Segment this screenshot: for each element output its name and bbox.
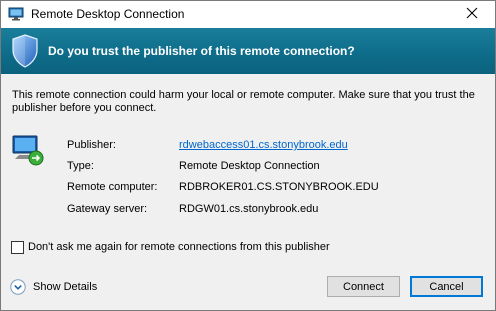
dont-ask-again-checkbox[interactable] <box>11 241 24 254</box>
security-banner: Do you trust the publisher of this remot… <box>1 28 495 74</box>
gateway-value: RDGW01.cs.stonybrook.edu <box>179 203 319 215</box>
remote-computer-label: Remote computer: <box>67 181 158 193</box>
type-label: Type: <box>67 160 94 172</box>
remote-computer-value: RDBROKER01.CS.STONYBROOK.EDU <box>179 181 379 193</box>
cancel-button[interactable]: Cancel <box>410 276 483 297</box>
publisher-label: Publisher: <box>67 139 116 151</box>
remote-desktop-icon <box>8 7 24 21</box>
gateway-label: Gateway server: <box>67 203 148 215</box>
connect-button[interactable]: Connect <box>327 276 400 297</box>
publisher-link[interactable]: rdwebaccess01.cs.stonybrook.edu <box>179 139 348 151</box>
dont-ask-again-label[interactable]: Don't ask me again for remote connection… <box>28 241 330 253</box>
banner-question: Do you trust the publisher of this remot… <box>48 44 355 58</box>
type-value: Remote Desktop Connection <box>179 160 320 172</box>
shield-icon <box>11 34 39 68</box>
title-bar[interactable]: Remote Desktop Connection <box>1 1 495 28</box>
remote-computer-icon <box>11 133 45 167</box>
close-icon <box>466 7 478 22</box>
show-details-label[interactable]: Show Details <box>33 281 97 293</box>
window-title: Remote Desktop Connection <box>31 7 185 21</box>
chevron-down-icon[interactable] <box>10 279 26 295</box>
warning-text: This remote connection could harm your l… <box>12 89 475 114</box>
dialog-window: Remote Desktop Connection Do you trust t… <box>0 0 496 311</box>
close-button[interactable] <box>449 1 495 28</box>
